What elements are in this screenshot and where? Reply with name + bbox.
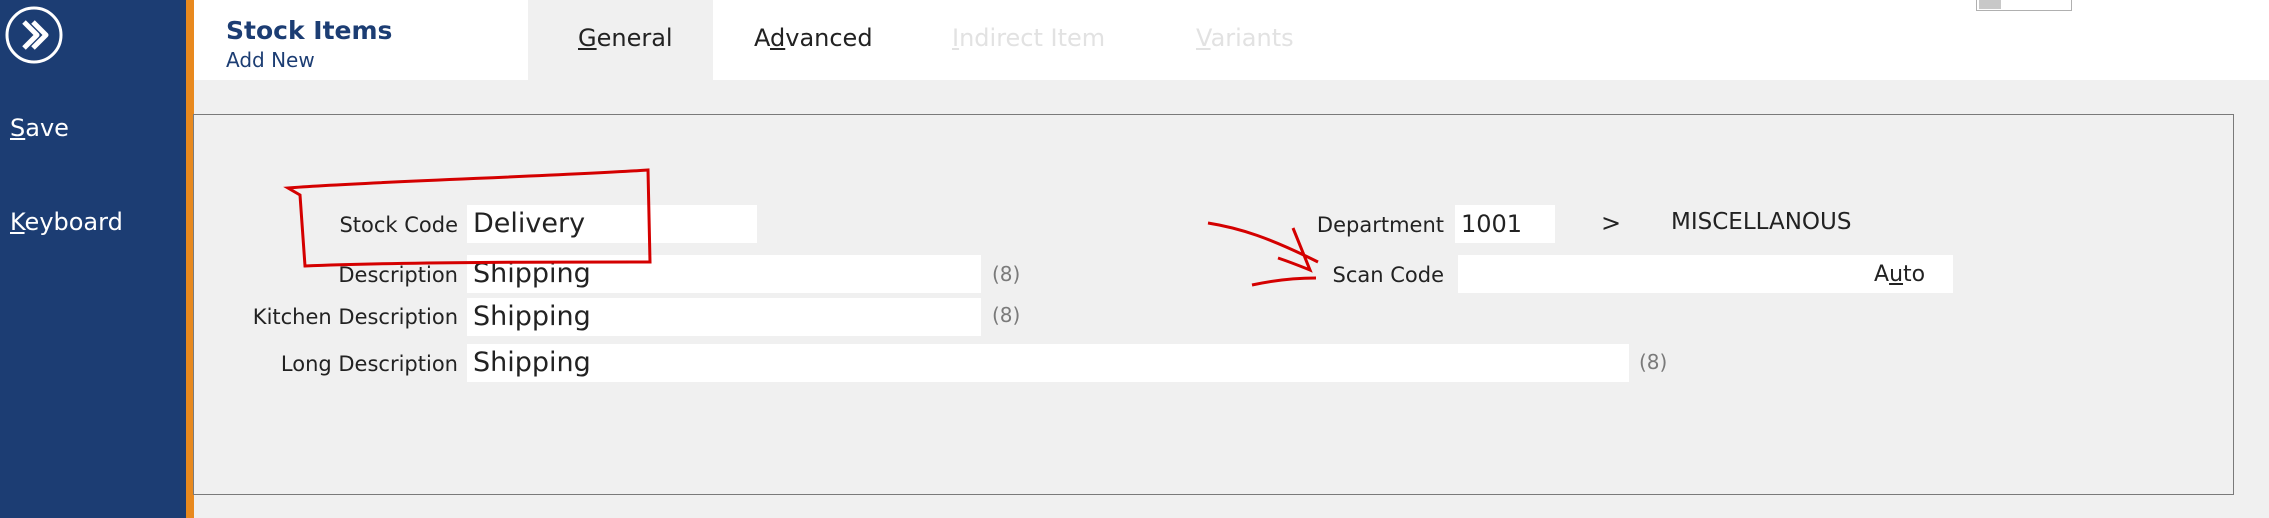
tab-indirect-rest: ndirect Item	[959, 24, 1106, 52]
long-description-length-hint: (8)	[1639, 350, 1668, 374]
header: Stock Items Add New General Advanced Ind…	[194, 0, 2269, 80]
department-name: MISCELLANOUS	[1671, 209, 1852, 235]
window-control[interactable]	[1976, 0, 2072, 11]
save-label-rest: ave	[25, 114, 69, 142]
tab-variants-rest: ariants	[1210, 24, 1294, 52]
long-description-input[interactable]: Shipping	[467, 344, 1629, 382]
page-title: Stock Items	[226, 16, 393, 45]
auto-prefix: A	[1874, 262, 1890, 287]
description-label: Description	[338, 263, 458, 287]
auto-rest: to	[1903, 262, 1926, 287]
department-code-input[interactable]: 1001	[1455, 205, 1555, 243]
sidebar: Save Keyboard	[0, 0, 186, 518]
long-description-label: Long Description	[280, 352, 458, 376]
department-lookup-button[interactable]: >	[1601, 209, 1621, 237]
tab-general[interactable]: General	[578, 24, 673, 52]
tab-advanced-mnemonic: d	[770, 24, 786, 52]
tab-advanced[interactable]: Advanced	[754, 24, 873, 52]
kitchen-description-input[interactable]: Shipping	[467, 298, 981, 336]
description-length-hint: (8)	[992, 262, 1021, 286]
kitchen-description-label: Kitchen Description	[252, 305, 458, 329]
description-input[interactable]: Shipping	[467, 255, 981, 293]
tab-indirect-item[interactable]: Indirect Item	[952, 24, 1105, 52]
tab-variants[interactable]: Variants	[1196, 24, 1294, 52]
tab-variants-mnemonic: V	[1196, 24, 1211, 52]
stock-code-label: Stock Code	[339, 213, 458, 237]
department-label: Department	[1316, 213, 1444, 237]
keyboard-label-mnemonic: K	[10, 208, 25, 236]
tab-advanced-prefix: A	[754, 24, 770, 52]
save-button[interactable]: Save	[10, 114, 69, 142]
tab-advanced-rest: vanced	[785, 24, 873, 52]
keyboard-label-rest: eyboard	[24, 208, 123, 236]
department-code-value: 1001	[1461, 210, 1523, 238]
forward-chevron-circle-icon[interactable]	[4, 5, 64, 65]
auto-mnemonic: u	[1889, 262, 1904, 287]
save-label-mnemonic: S	[10, 114, 26, 142]
tab-general-mnemonic: G	[578, 24, 597, 52]
window-control-grip	[1979, 0, 2001, 9]
stock-code-input[interactable]: Delivery	[467, 205, 757, 243]
tab-general-rest: eneral	[596, 24, 673, 52]
kitchen-description-length-hint: (8)	[992, 303, 1021, 327]
scan-code-auto-button[interactable]: Auto	[1874, 262, 1925, 287]
scan-code-label: Scan Code	[1332, 263, 1445, 287]
keyboard-button[interactable]: Keyboard	[10, 208, 123, 236]
page-subtitle: Add New	[226, 48, 315, 72]
